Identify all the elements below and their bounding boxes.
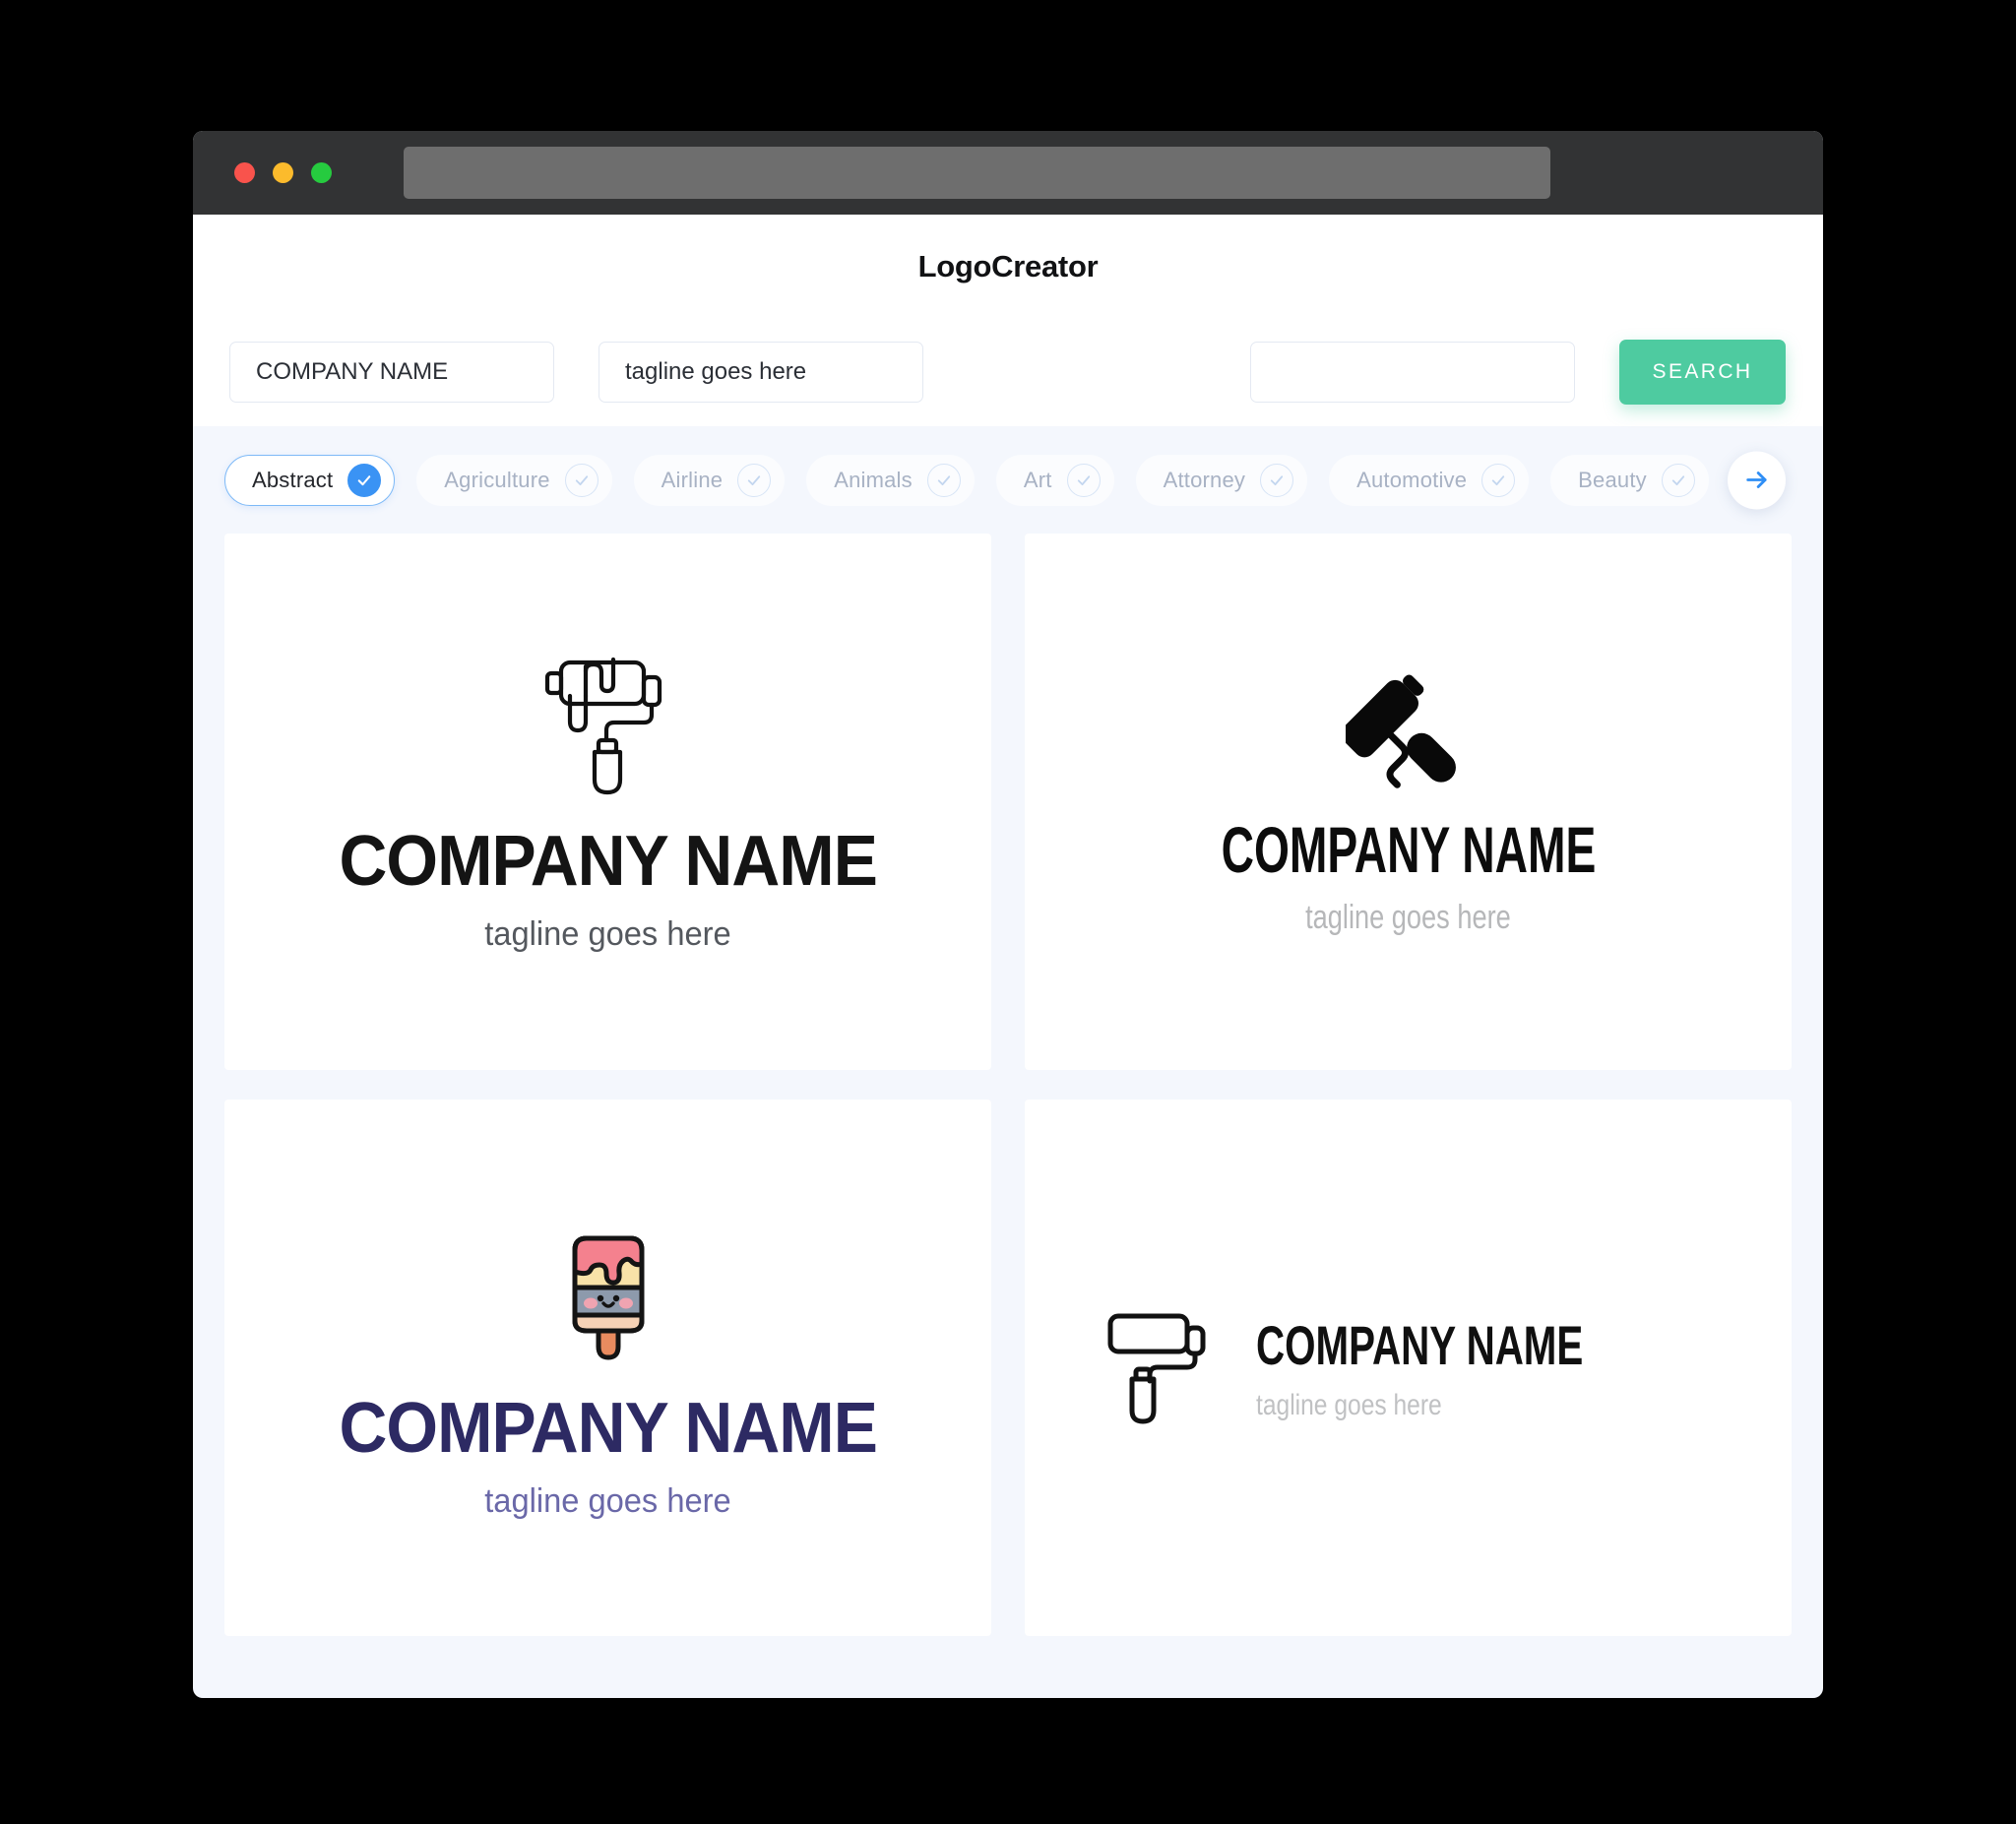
- check-icon: [1661, 463, 1695, 497]
- search-button[interactable]: SEARCH: [1619, 340, 1786, 405]
- browser-window: LogoCreator SEARCH Abstract Agriculture Ai…: [193, 131, 1823, 1698]
- maximize-window-button[interactable]: [311, 162, 332, 183]
- logo-company-name: COMPANY NAME: [339, 822, 877, 901]
- logo-card[interactable]: COMPANY NAME tagline goes here: [1025, 1100, 1792, 1636]
- category-chip-label: Attorney: [1163, 467, 1246, 492]
- categories-next-button[interactable]: [1728, 451, 1786, 509]
- keyword-input[interactable]: [1250, 342, 1575, 403]
- check-icon: [1260, 463, 1294, 497]
- search-toolbar: SEARCH: [193, 318, 1823, 426]
- logo-tagline: tagline goes here: [484, 915, 731, 953]
- logo-tagline: tagline goes here: [1255, 1389, 1442, 1421]
- logo-card[interactable]: COMPANY NAME tagline goes here: [1025, 534, 1792, 1070]
- category-chip-label: Animals: [834, 467, 913, 492]
- traffic-lights: [234, 162, 332, 183]
- category-filter-bar: Abstract Agriculture Airline Animals Art Atto…: [193, 426, 1823, 534]
- logo-company-name: COMPANY NAME: [1221, 813, 1596, 886]
- paint-roller-solid-tilted-icon: [1346, 674, 1457, 788]
- category-chip-beauty[interactable]: Beauty: [1550, 454, 1709, 506]
- close-window-button[interactable]: [234, 162, 255, 183]
- company-name-input[interactable]: [229, 342, 554, 403]
- arrow-right-icon: [1745, 472, 1767, 488]
- check-icon: [926, 463, 961, 497]
- check-icon: [737, 463, 772, 497]
- category-chip-attorney[interactable]: Attorney: [1135, 454, 1308, 506]
- category-chip-agriculture[interactable]: Agriculture: [416, 454, 612, 506]
- logo-card[interactable]: COMPANY NAME tagline goes here: [224, 534, 991, 1070]
- check-icon: [1481, 463, 1516, 497]
- logo-company-name: COMPANY NAME: [1255, 1314, 1584, 1376]
- category-chip-animals[interactable]: Animals: [806, 454, 975, 506]
- logo-tagline: tagline goes here: [1305, 899, 1511, 936]
- logo-card[interactable]: COMPANY NAME tagline goes here: [224, 1100, 991, 1636]
- category-chip-label: Beauty: [1578, 467, 1647, 492]
- category-chip-abstract[interactable]: Abstract: [224, 454, 396, 506]
- url-bar[interactable]: [404, 147, 1550, 199]
- logo-company-name: COMPANY NAME: [339, 1389, 877, 1468]
- check-icon: [564, 463, 598, 497]
- category-chip-label: Agriculture: [444, 467, 550, 492]
- paint-roller-outline-icon: [544, 657, 662, 795]
- category-chip-label: Art: [1023, 467, 1052, 492]
- page-title: LogoCreator: [917, 248, 1099, 283]
- app-header: LogoCreator: [193, 215, 1823, 318]
- logo-tagline: tagline goes here: [484, 1482, 731, 1520]
- check-icon: [347, 463, 382, 497]
- category-chip-art[interactable]: Art: [995, 454, 1114, 506]
- browser-titlebar: [193, 131, 1823, 215]
- category-chip-label: Abstract: [252, 467, 334, 492]
- category-chip-automotive[interactable]: Automotive: [1329, 454, 1530, 506]
- logo-results-grid: COMPANY NAME tagline goes here COMPANY N…: [193, 534, 1823, 1667]
- tagline-input[interactable]: [598, 342, 923, 403]
- category-chip-label: Automotive: [1356, 467, 1468, 492]
- minimize-window-button[interactable]: [273, 162, 293, 183]
- check-icon: [1066, 463, 1101, 497]
- category-chip-airline[interactable]: Airline: [633, 454, 786, 506]
- category-chip-label: Airline: [661, 467, 724, 492]
- paint-roller-outline-icon: [1107, 1313, 1206, 1423]
- kawaii-paintbrush-icon: [572, 1235, 644, 1360]
